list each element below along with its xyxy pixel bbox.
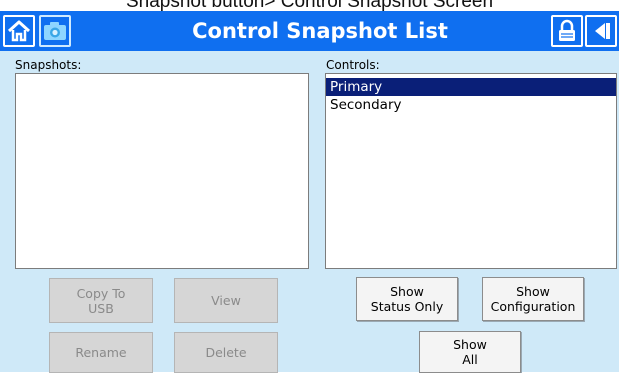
- view-button[interactable]: View: [174, 278, 278, 323]
- controls-list[interactable]: Primary Secondary: [325, 73, 617, 269]
- snapshots-list[interactable]: [15, 73, 309, 269]
- show-all-button[interactable]: Show All: [419, 331, 521, 373]
- title-bar: Control Snapshot List: [0, 11, 619, 51]
- controls-label: Controls:: [326, 58, 380, 72]
- rename-button[interactable]: Rename: [49, 332, 153, 373]
- copy-to-usb-button[interactable]: Copy To USB: [49, 278, 153, 323]
- back-button[interactable]: [585, 15, 617, 47]
- lock-button[interactable]: [551, 15, 583, 47]
- lock-icon: [559, 19, 575, 41]
- snapshot-button[interactable]: [39, 15, 71, 47]
- show-configuration-button[interactable]: Show Configuration: [482, 277, 584, 321]
- page-title: Control Snapshot List: [192, 19, 448, 43]
- snapshots-label: Snapshots:: [15, 58, 82, 72]
- home-button[interactable]: [3, 15, 35, 47]
- delete-button[interactable]: Delete: [174, 332, 278, 373]
- home-icon: [7, 20, 31, 42]
- main-panel: Snapshots: Controls: Primary Secondary C…: [0, 51, 619, 373]
- list-item-primary[interactable]: Primary: [326, 78, 616, 96]
- camera-icon: [44, 22, 66, 40]
- back-icon: [595, 23, 610, 39]
- list-item-secondary[interactable]: Secondary: [326, 96, 616, 114]
- show-status-only-button[interactable]: Show Status Only: [356, 277, 458, 321]
